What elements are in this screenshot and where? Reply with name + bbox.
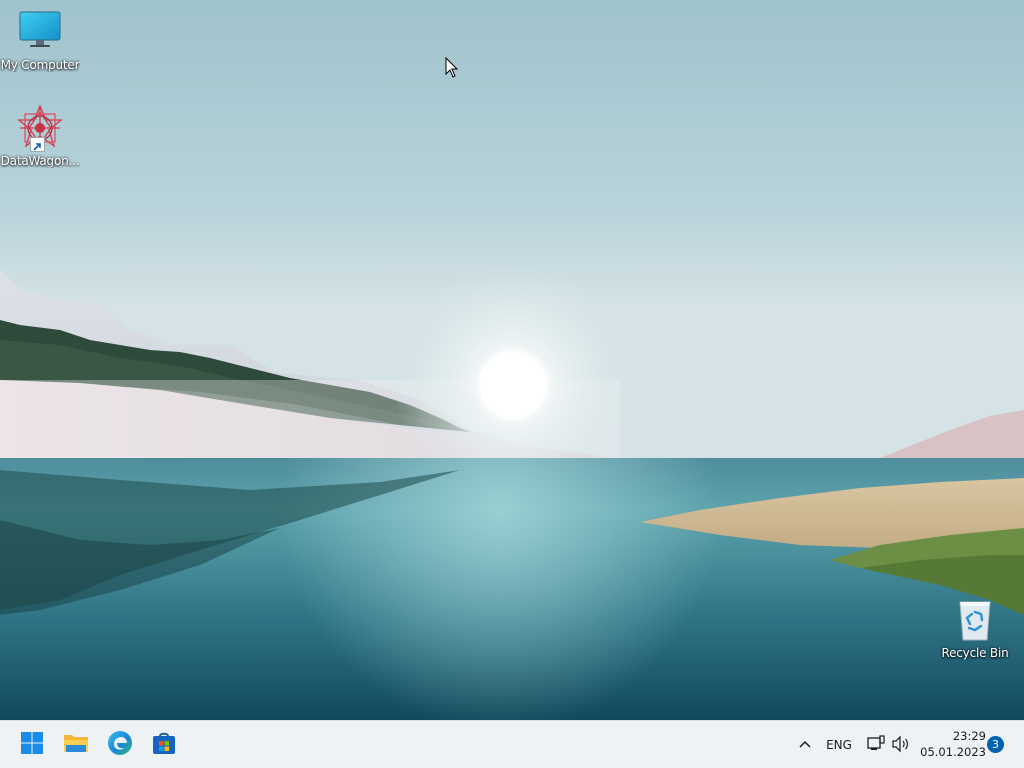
recycle-bin-desktop-icon[interactable]: Recycle Bin (935, 596, 1015, 660)
chevron-up-icon (798, 738, 812, 752)
file-explorer-icon (63, 731, 89, 759)
recycle-bin-label: Recycle Bin (941, 646, 1009, 660)
taskbar-clock[interactable]: 23:29 05.01.2023 (920, 728, 986, 760)
clock-time: 23:29 (952, 729, 986, 743)
my-computer-desktop-icon[interactable]: My Computer (0, 8, 80, 72)
mouse-pointer-icon (445, 56, 459, 79)
language-label: ENG (826, 738, 852, 752)
speaker-volume-icon (891, 735, 911, 756)
start-button[interactable] (16, 729, 48, 761)
datawagon-logo-icon (16, 104, 64, 152)
network-icon (867, 734, 885, 756)
datawagon-label: DataWagon... (0, 154, 80, 168)
monitor-icon (16, 8, 64, 56)
edge-browser-button[interactable] (104, 729, 136, 761)
network-status-button[interactable] (866, 733, 886, 757)
input-language-button[interactable]: ENG (822, 733, 856, 757)
show-hidden-icons-button[interactable] (794, 733, 816, 757)
desktop-wallpaper (0, 0, 1024, 720)
recycle-bin-icon (951, 596, 999, 644)
clock-date: 05.01.2023 (920, 745, 986, 759)
microsoft-store-icon (151, 730, 177, 760)
my-computer-label: My Computer (0, 58, 80, 72)
volume-button[interactable] (890, 733, 912, 757)
taskbar: ENG 23:29 05.01.2023 3 (0, 720, 1024, 768)
microsoft-store-button[interactable] (148, 729, 180, 761)
windows-start-icon (20, 731, 44, 759)
file-explorer-button[interactable] (60, 729, 92, 761)
datawagon-shortcut-icon[interactable]: DataWagon... (0, 104, 80, 168)
shortcut-arrow-icon (30, 137, 45, 152)
notification-count-badge[interactable]: 3 (987, 736, 1004, 753)
edge-browser-icon (107, 730, 133, 760)
